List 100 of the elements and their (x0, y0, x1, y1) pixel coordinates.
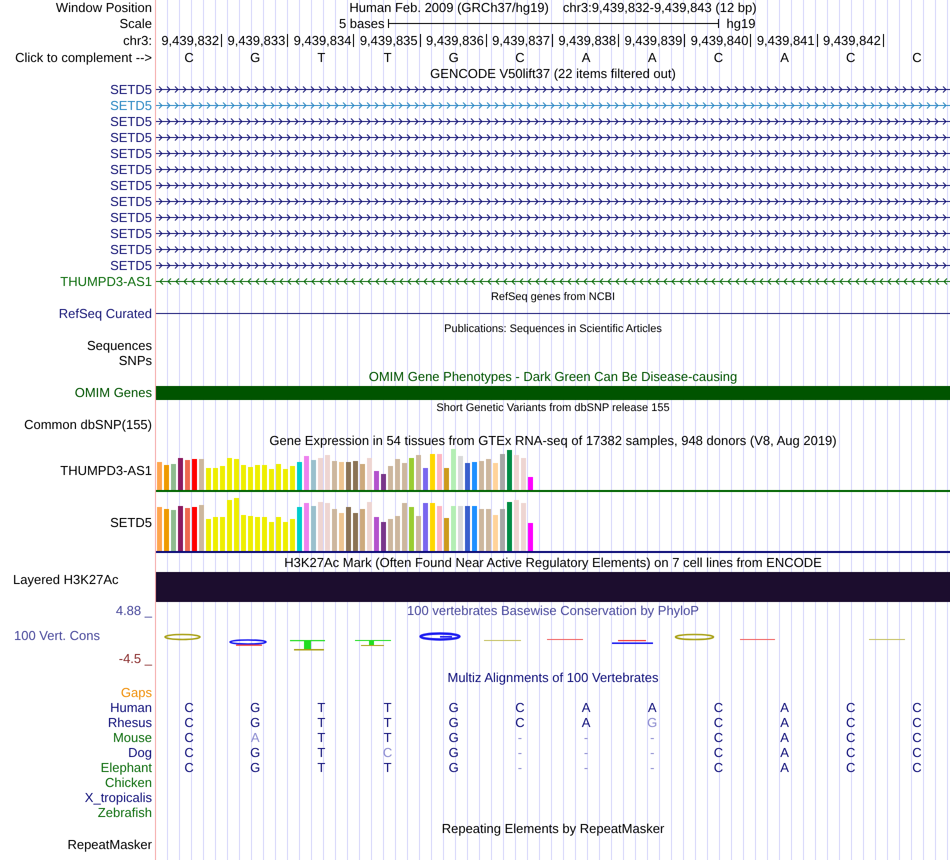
expression-bar (486, 509, 491, 551)
expression-bar (164, 465, 169, 490)
aligned-base: A (582, 715, 590, 730)
aligned-base: G (448, 730, 459, 745)
expression-bar (178, 506, 183, 551)
aligned-base: G (448, 745, 459, 760)
aligned-base: T (317, 730, 326, 745)
base-logo (229, 639, 267, 646)
gene-transcript[interactable] (156, 166, 950, 172)
expression-bar (206, 468, 211, 490)
expression-bar (423, 468, 428, 490)
aligned-base: C (846, 700, 856, 715)
aligned-base: T (384, 730, 392, 745)
aligned-base: A (648, 700, 657, 715)
aligned-base: - (518, 730, 522, 745)
expression-bar (283, 522, 288, 551)
expression-bar (437, 506, 442, 551)
gene-transcript[interactable] (156, 278, 950, 284)
expression-bar (416, 516, 421, 551)
aligned-base: - (650, 760, 654, 775)
gene-transcript[interactable] (156, 214, 950, 220)
aligned-base: A (250, 730, 260, 745)
expression-bar (255, 517, 260, 551)
complement-link[interactable]: Click to complement --> (15, 50, 152, 64)
gene-transcript[interactable] (156, 198, 950, 204)
species-label: Zebrafish (98, 805, 152, 820)
gene-label: SETD5 (110, 82, 152, 96)
track-label: 100 Vert. Cons (14, 628, 100, 643)
base-logo (419, 632, 461, 641)
expression-bar (311, 460, 316, 490)
expression-bar (388, 519, 393, 551)
aligned-base: G (448, 700, 459, 715)
expression-bar (318, 458, 323, 490)
aligned-base: C (515, 700, 525, 715)
species-label: Gaps (120, 685, 152, 700)
aligned-base: T (384, 715, 392, 730)
expression-bar (437, 454, 442, 490)
expression-bar (346, 507, 351, 551)
coordinate-label: 9,439,832 (161, 34, 222, 47)
gene-transcript[interactable] (156, 246, 950, 252)
aligned-base: T (317, 715, 326, 730)
expression-bar (346, 462, 351, 490)
aligned-base: - (518, 745, 522, 760)
expression-bar (157, 462, 162, 490)
base-logo (290, 640, 325, 650)
track-label: Common dbSNP(155) (24, 417, 152, 432)
gene-transcript[interactable] (156, 118, 950, 124)
gene-transcript[interactable] (156, 230, 950, 236)
base-letter: C (515, 50, 525, 64)
aligned-base: G (448, 715, 459, 730)
aligned-base: - (584, 730, 588, 745)
expression-bar (444, 518, 449, 551)
species-label: Rhesus (108, 715, 152, 730)
gene-label: SETD5 (110, 258, 152, 272)
species-label: Mouse (112, 730, 152, 745)
coordinate-label: 9,439,833 (227, 34, 288, 47)
aligned-base: C (846, 745, 856, 760)
expression-bar (430, 503, 435, 551)
expression-bar (451, 449, 456, 490)
gene-transcript[interactable] (156, 182, 950, 188)
expression-bar (297, 507, 302, 551)
expression-bar (325, 503, 330, 551)
aligned-base: C (714, 730, 724, 745)
aligned-base: C (714, 745, 724, 760)
expression-bar (374, 471, 379, 490)
expression-bar (409, 507, 414, 551)
expression-bar (164, 509, 169, 551)
expression-bar (402, 463, 407, 490)
gene-transcript[interactable] (156, 150, 950, 156)
expression-bar (199, 459, 204, 490)
track-title: Publications: Sequences in Scientific Articles (444, 322, 662, 337)
expression-bar (514, 455, 519, 490)
aligned-base: T (384, 760, 392, 775)
aligned-base: C (846, 715, 856, 730)
gene-transcript[interactable] (156, 262, 950, 268)
expression-bar (304, 456, 309, 490)
species-label: Human (110, 700, 152, 715)
expression-bar (367, 502, 372, 551)
expression-bar (514, 500, 519, 551)
expression-bar (458, 506, 463, 551)
expression-bar (262, 465, 267, 490)
base-letter: G (250, 50, 260, 64)
track-label: Sequences (86, 338, 152, 353)
aligned-base: T (317, 700, 326, 715)
gene-label: SETD5 (110, 178, 152, 192)
gene-label: SETD5 (110, 98, 152, 112)
expression-bar (171, 464, 176, 490)
row-label: Scale (119, 16, 152, 31)
base-letter: T (384, 50, 392, 64)
gene-transcript[interactable] (156, 86, 950, 92)
expression-bar (360, 464, 365, 490)
expression-bar (192, 507, 197, 551)
scale-text: 5 bases (338, 16, 386, 31)
expression-bar (339, 513, 344, 551)
expression-bar (276, 464, 281, 490)
gene-transcript[interactable] (156, 134, 950, 140)
base-letter: C (714, 50, 724, 64)
aligned-base: C (912, 730, 922, 745)
coordinate-label: 9,439,838 (558, 34, 620, 47)
aligned-base: C (382, 745, 392, 760)
